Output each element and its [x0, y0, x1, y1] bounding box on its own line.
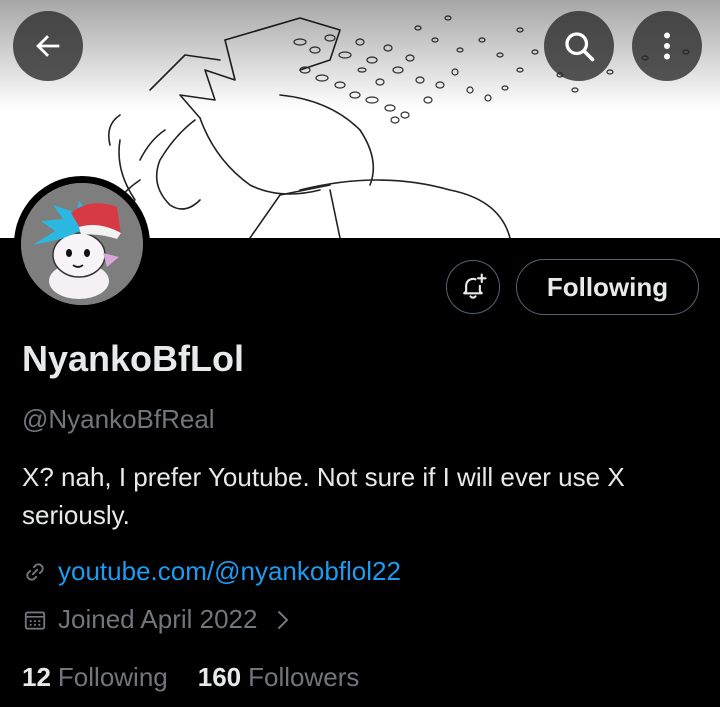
followers-label: Followers	[248, 662, 360, 692]
following-label: Following	[57, 662, 168, 692]
bell-plus-icon	[463, 273, 487, 299]
notifications-button[interactable]	[446, 260, 500, 314]
profile-avatar[interactable]	[14, 176, 150, 312]
followers-stat[interactable]: 160 Followers	[198, 662, 360, 693]
followers-count: 160	[197, 662, 242, 692]
follow-stats: 12 Following 160 Followers	[22, 662, 359, 693]
display-name: NyankoBfLol	[22, 338, 245, 379]
following-stat[interactable]: 12 Following	[22, 662, 168, 693]
joined-date-row[interactable]: Joined April 2022	[22, 604, 293, 635]
user-handle: @NyankoBfReal	[22, 404, 215, 434]
search-icon	[565, 32, 595, 62]
arrow-left-icon	[36, 35, 60, 57]
search-button[interactable]	[544, 11, 614, 81]
profile-bio: X? nah, I prefer Youtube. Not sure if I …	[22, 462, 625, 530]
back-button[interactable]	[13, 11, 83, 81]
chevron-right-icon	[278, 610, 289, 629]
link-icon	[26, 562, 44, 581]
calendar-icon	[24, 610, 46, 630]
profile-website-link[interactable]: youtube.com/@nyankobflol22	[58, 556, 401, 587]
following-button[interactable]: Following	[516, 259, 699, 315]
more-vertical-icon	[664, 32, 670, 60]
more-options-button[interactable]	[632, 11, 702, 81]
profile-link-row: youtube.com/@nyankobflol22	[22, 556, 401, 587]
avatar-image	[21, 183, 143, 305]
joined-date-text: Joined April 2022	[58, 604, 258, 634]
following-count: 12	[22, 662, 51, 692]
